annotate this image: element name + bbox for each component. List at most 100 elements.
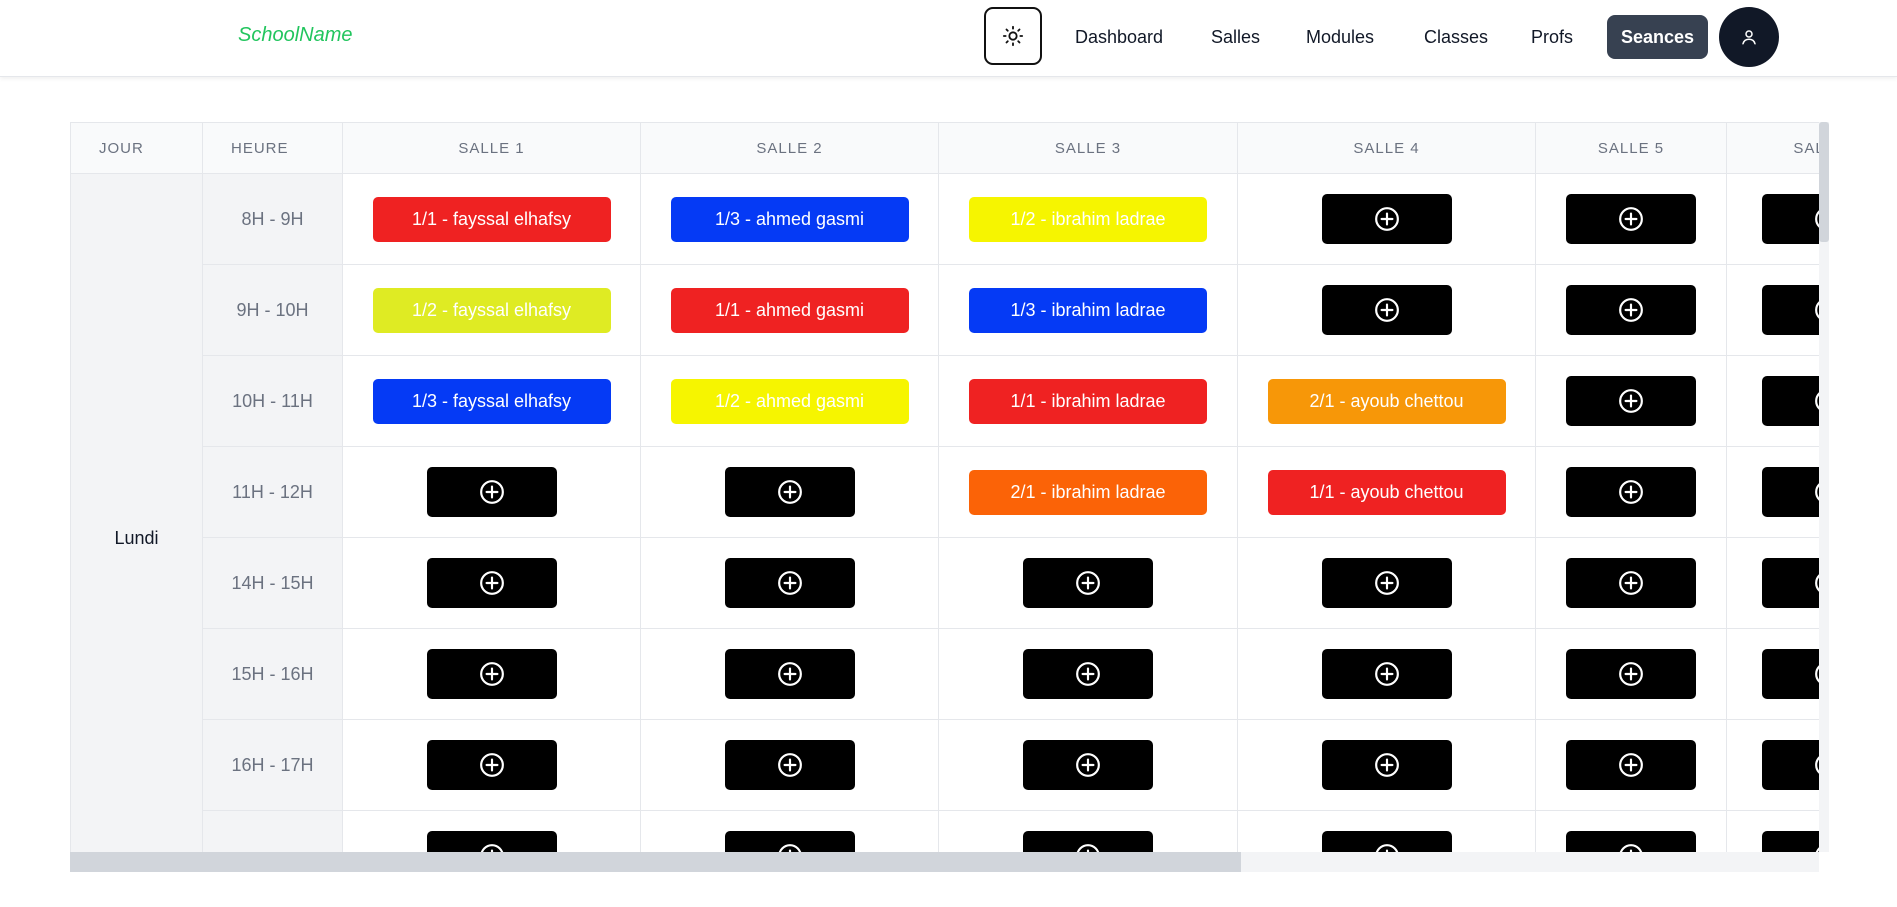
schedule-slot <box>1238 811 1536 852</box>
add-session-button[interactable] <box>1761 740 1820 790</box>
plus-circle-icon <box>1374 298 1399 322</box>
nav-seances[interactable]: Seances <box>1607 15 1709 59</box>
schedule-slot <box>641 538 939 629</box>
add-session-button[interactable] <box>1566 649 1696 699</box>
schedule-slot: 2/1 - ibrahim ladrae <box>939 447 1238 538</box>
schedule-slot: 1/1 - ibrahim ladrae <box>939 356 1238 447</box>
nav-dashboard[interactable]: Dashboard <box>1075 15 1163 59</box>
plus-circle-icon <box>777 753 802 777</box>
schedule-slot <box>641 720 939 811</box>
schedule-slot <box>939 538 1238 629</box>
horizontal-scrollbar-thumb[interactable] <box>70 852 1241 872</box>
hour-cell <box>203 811 343 852</box>
add-session-button[interactable] <box>426 649 557 699</box>
add-session-button[interactable] <box>1321 558 1452 608</box>
add-session-button[interactable] <box>1761 831 1820 852</box>
brand-logo[interactable]: SchoolName <box>238 24 353 47</box>
add-session-button[interactable] <box>426 740 557 790</box>
user-avatar-button[interactable] <box>1719 7 1779 67</box>
session-block[interactable]: 1/1 - ahmed gasmi <box>670 287 909 333</box>
vertical-scrollbar-thumb[interactable] <box>1819 122 1829 242</box>
add-session-button[interactable] <box>1566 194 1696 244</box>
hour-cell: 16H - 17H <box>203 720 343 811</box>
add-session-button[interactable] <box>1321 831 1452 852</box>
add-session-button[interactable] <box>1566 285 1696 335</box>
nav-classes[interactable]: Classes <box>1424 15 1488 59</box>
plus-circle-icon <box>1375 844 1398 852</box>
theme-toggle-button[interactable] <box>984 7 1042 65</box>
schedule-slot: 1/2 - ahmed gasmi <box>641 356 939 447</box>
add-session-button[interactable] <box>1023 558 1153 608</box>
session-block[interactable]: 1/2 - ibrahim ladrae <box>969 196 1207 242</box>
add-session-button[interactable] <box>1566 831 1696 852</box>
add-session-button[interactable] <box>724 831 855 852</box>
session-block[interactable]: 1/2 - ahmed gasmi <box>670 378 909 424</box>
schedule-slot <box>1238 174 1536 265</box>
session-block[interactable]: 2/1 - ayoub chettou <box>1267 378 1506 424</box>
schedule-slot: 1/1 - fayssal elhafsy <box>343 174 641 265</box>
column-header: HEURE <box>203 123 343 174</box>
session-block[interactable]: 1/1 - fayssal elhafsy <box>372 196 611 242</box>
add-session-button[interactable] <box>1566 467 1696 517</box>
schedule-slot <box>1536 720 1727 811</box>
column-header: SALLE 3 <box>939 123 1238 174</box>
plus-circle-icon <box>1076 753 1100 777</box>
schedule-grid: JOUR HEURE SALLE 1 SALLE 2 SALLE 3 SALLE 4 SAL… <box>70 122 1820 852</box>
hour-cell: 9H - 10H <box>203 265 343 356</box>
session-block[interactable]: 1/3 - ibrahim ladrae <box>969 287 1207 333</box>
session-block[interactable]: 1/3 - ahmed gasmi <box>670 196 909 242</box>
schedule-slot <box>641 811 939 852</box>
sun-icon <box>1002 25 1024 47</box>
add-session-button[interactable] <box>1566 376 1696 426</box>
schedule-slot <box>1536 538 1727 629</box>
session-block[interactable]: 1/1 - ayoub chettou <box>1267 469 1506 515</box>
nav-modules[interactable]: Modules <box>1306 15 1374 59</box>
add-session-button[interactable] <box>1761 649 1820 699</box>
add-session-button[interactable] <box>1023 649 1153 699</box>
add-session-button[interactable] <box>1761 376 1820 426</box>
vertical-scrollbar[interactable] <box>1819 122 1829 852</box>
add-session-button[interactable] <box>1321 740 1452 790</box>
user-icon <box>1742 30 1756 45</box>
add-session-button[interactable] <box>724 649 855 699</box>
add-session-button[interactable] <box>1761 194 1820 244</box>
plus-circle-icon <box>1374 207 1399 231</box>
schedule-slot <box>343 538 641 629</box>
column-header: SALLE 2 <box>641 123 939 174</box>
schedule-slot <box>1727 538 1820 629</box>
nav-profs[interactable]: Profs <box>1531 15 1573 59</box>
session-block[interactable]: 1/2 - fayssal elhafsy <box>372 287 611 333</box>
column-header: SALLE 1 <box>343 123 641 174</box>
session-block[interactable]: 1/3 - fayssal elhafsy <box>372 378 611 424</box>
add-session-button[interactable] <box>1321 285 1452 335</box>
session-block[interactable]: 1/1 - ibrahim ladrae <box>969 378 1207 424</box>
add-session-button[interactable] <box>1761 285 1820 335</box>
plus-circle-icon <box>479 662 504 686</box>
schedule-slot <box>1727 265 1820 356</box>
add-session-button[interactable] <box>1761 558 1820 608</box>
add-session-button[interactable] <box>1023 831 1153 852</box>
add-session-button[interactable] <box>1566 558 1696 608</box>
add-session-button[interactable] <box>724 558 855 608</box>
session-block[interactable]: 2/1 - ibrahim ladrae <box>969 469 1207 515</box>
add-session-button[interactable] <box>1566 740 1696 790</box>
add-session-button[interactable] <box>724 467 855 517</box>
schedule-slot <box>939 720 1238 811</box>
add-session-button[interactable] <box>1023 740 1153 790</box>
add-session-button[interactable] <box>426 831 557 852</box>
add-session-button[interactable] <box>724 740 855 790</box>
schedule-slot <box>1727 356 1820 447</box>
add-session-button[interactable] <box>426 467 557 517</box>
horizontal-scrollbar[interactable] <box>70 852 1819 872</box>
add-session-button[interactable] <box>1321 194 1452 244</box>
schedule-slot <box>343 811 641 852</box>
nav-salles[interactable]: Salles <box>1211 15 1260 59</box>
schedule-slot: 2/1 - ayoub chettou <box>1238 356 1536 447</box>
plus-circle-icon <box>1076 844 1100 852</box>
plus-circle-icon <box>480 844 503 852</box>
plus-circle-icon <box>1619 662 1643 686</box>
plus-circle-icon <box>1374 662 1399 686</box>
add-session-button[interactable] <box>1761 467 1820 517</box>
add-session-button[interactable] <box>426 558 557 608</box>
add-session-button[interactable] <box>1321 649 1452 699</box>
